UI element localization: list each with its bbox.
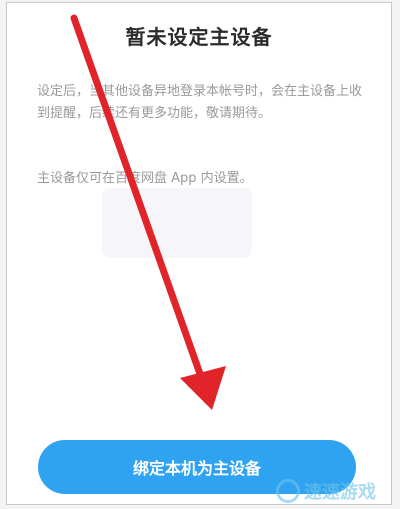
dialog-title: 暂未设定主设备 (125, 25, 273, 49)
dialog-panel: 暂未设定主设备 设定后，当其他设备异地登录本帐号时，会在主设备上收到提醒，后续还… (6, 2, 392, 505)
watermark-logo-icon (276, 479, 300, 503)
watermark-logo: 速速游戏 (276, 477, 394, 505)
app-screen: 暂未设定主设备 设定后，当其他设备异地登录本帐号时，会在主设备上收到提醒，后续还… (0, 0, 400, 509)
background-watermark (102, 188, 252, 258)
dialog-description-primary: 设定后，当其他设备异地登录本帐号时，会在主设备上收到提醒，后续还有更多功能，敬请… (37, 84, 363, 121)
watermark-logo-text: 速速游戏 (304, 482, 376, 503)
dialog-description-secondary: 主设备仅可在百度网盘 App 内设置。 (37, 171, 253, 186)
